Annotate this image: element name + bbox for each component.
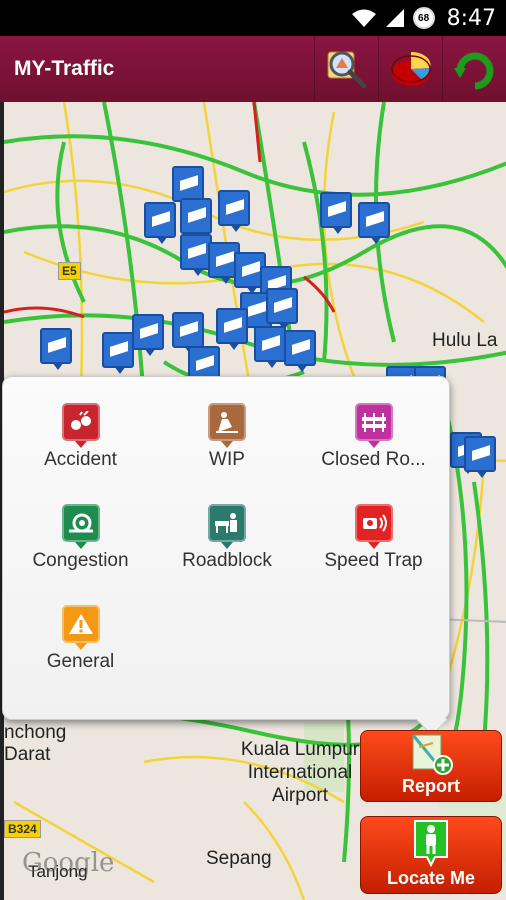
highway-marker: B324: [4, 820, 41, 838]
speed-camera-marker[interactable]: [358, 202, 390, 244]
speed-camera-marker[interactable]: [102, 332, 134, 374]
speed-camera-marker[interactable]: [284, 330, 316, 372]
status-bar: 68 8:47: [0, 0, 506, 36]
map-place-label: Sepang: [206, 848, 272, 869]
report-congestion-label: Congestion: [32, 550, 129, 571]
speed-camera-marker[interactable]: [266, 288, 298, 330]
report-wip[interactable]: WIP: [158, 377, 296, 478]
clock: 8:47: [446, 5, 496, 31]
warning-icon: [61, 605, 100, 650]
accident-icon: [61, 403, 100, 448]
speed-camera-marker[interactable]: [464, 436, 496, 478]
map-place-label: Darat: [4, 744, 51, 765]
speed-camera-marker[interactable]: [172, 166, 204, 208]
wifi-icon: [351, 9, 376, 27]
report-type-menu: Accident WIP Closed Ro... Congestion Roa…: [2, 376, 451, 736]
app-title: MY-Traffic: [14, 57, 115, 80]
locate-me-button[interactable]: Locate Me: [360, 816, 502, 894]
speed-camera-marker[interactable]: [254, 326, 286, 368]
report-roadblock[interactable]: Roadblock: [158, 478, 296, 579]
speed-camera-marker[interactable]: [144, 202, 176, 244]
report-accident[interactable]: Accident: [3, 377, 158, 478]
speed-camera-marker[interactable]: [320, 192, 352, 234]
congestion-icon: [61, 504, 100, 549]
pie-chart-icon: [390, 51, 431, 86]
roadblock-icon: [208, 504, 246, 549]
report-accident-label: Accident: [44, 449, 117, 470]
report-general[interactable]: General: [3, 579, 158, 680]
statistics-button[interactable]: [378, 36, 442, 102]
battery-icon: 68: [412, 7, 435, 29]
map-search-button[interactable]: [314, 36, 378, 102]
map-place-label: nchong: [4, 722, 67, 743]
work-in-progress-icon: [208, 403, 246, 448]
map-place-label: Hulu La: [432, 330, 498, 351]
map-add-icon: [411, 734, 453, 775]
report-closed-road[interactable]: Closed Ro...: [296, 377, 451, 478]
report-closed-road-label: Closed Ro...: [321, 449, 426, 470]
report-congestion[interactable]: Congestion: [3, 478, 158, 579]
highway-marker: E5: [58, 262, 81, 280]
report-wip-label: WIP: [209, 449, 245, 470]
report-general-label: General: [46, 651, 115, 672]
google-attribution: Google: [22, 848, 115, 878]
report-speed-trap[interactable]: Speed Trap: [296, 478, 451, 579]
map-place-label: Kuala Lumpur International Airport: [240, 739, 360, 806]
closed-road-icon: [354, 403, 393, 448]
person-location-icon: [414, 820, 448, 867]
refresh-icon: [453, 52, 493, 90]
speed-camera-marker[interactable]: [40, 328, 72, 370]
refresh-button[interactable]: [442, 36, 506, 102]
speed-trap-icon: [354, 504, 393, 549]
map-search-icon: [327, 51, 366, 89]
speed-camera-marker[interactable]: [132, 314, 164, 356]
action-bar: MY-Traffic: [0, 36, 506, 102]
cellular-signal-icon: [385, 9, 404, 27]
report-speed-trap-label: Speed Trap: [324, 550, 423, 571]
speed-camera-marker[interactable]: [180, 198, 212, 240]
speed-camera-marker[interactable]: [172, 312, 204, 354]
speed-camera-marker[interactable]: [218, 190, 250, 232]
report-roadblock-label: Roadblock: [182, 550, 272, 571]
locate-me-button-label: Locate Me: [386, 868, 476, 888]
report-button-label: Report: [402, 776, 460, 796]
report-button[interactable]: Report: [360, 730, 502, 802]
speed-camera-marker[interactable]: [216, 308, 248, 350]
